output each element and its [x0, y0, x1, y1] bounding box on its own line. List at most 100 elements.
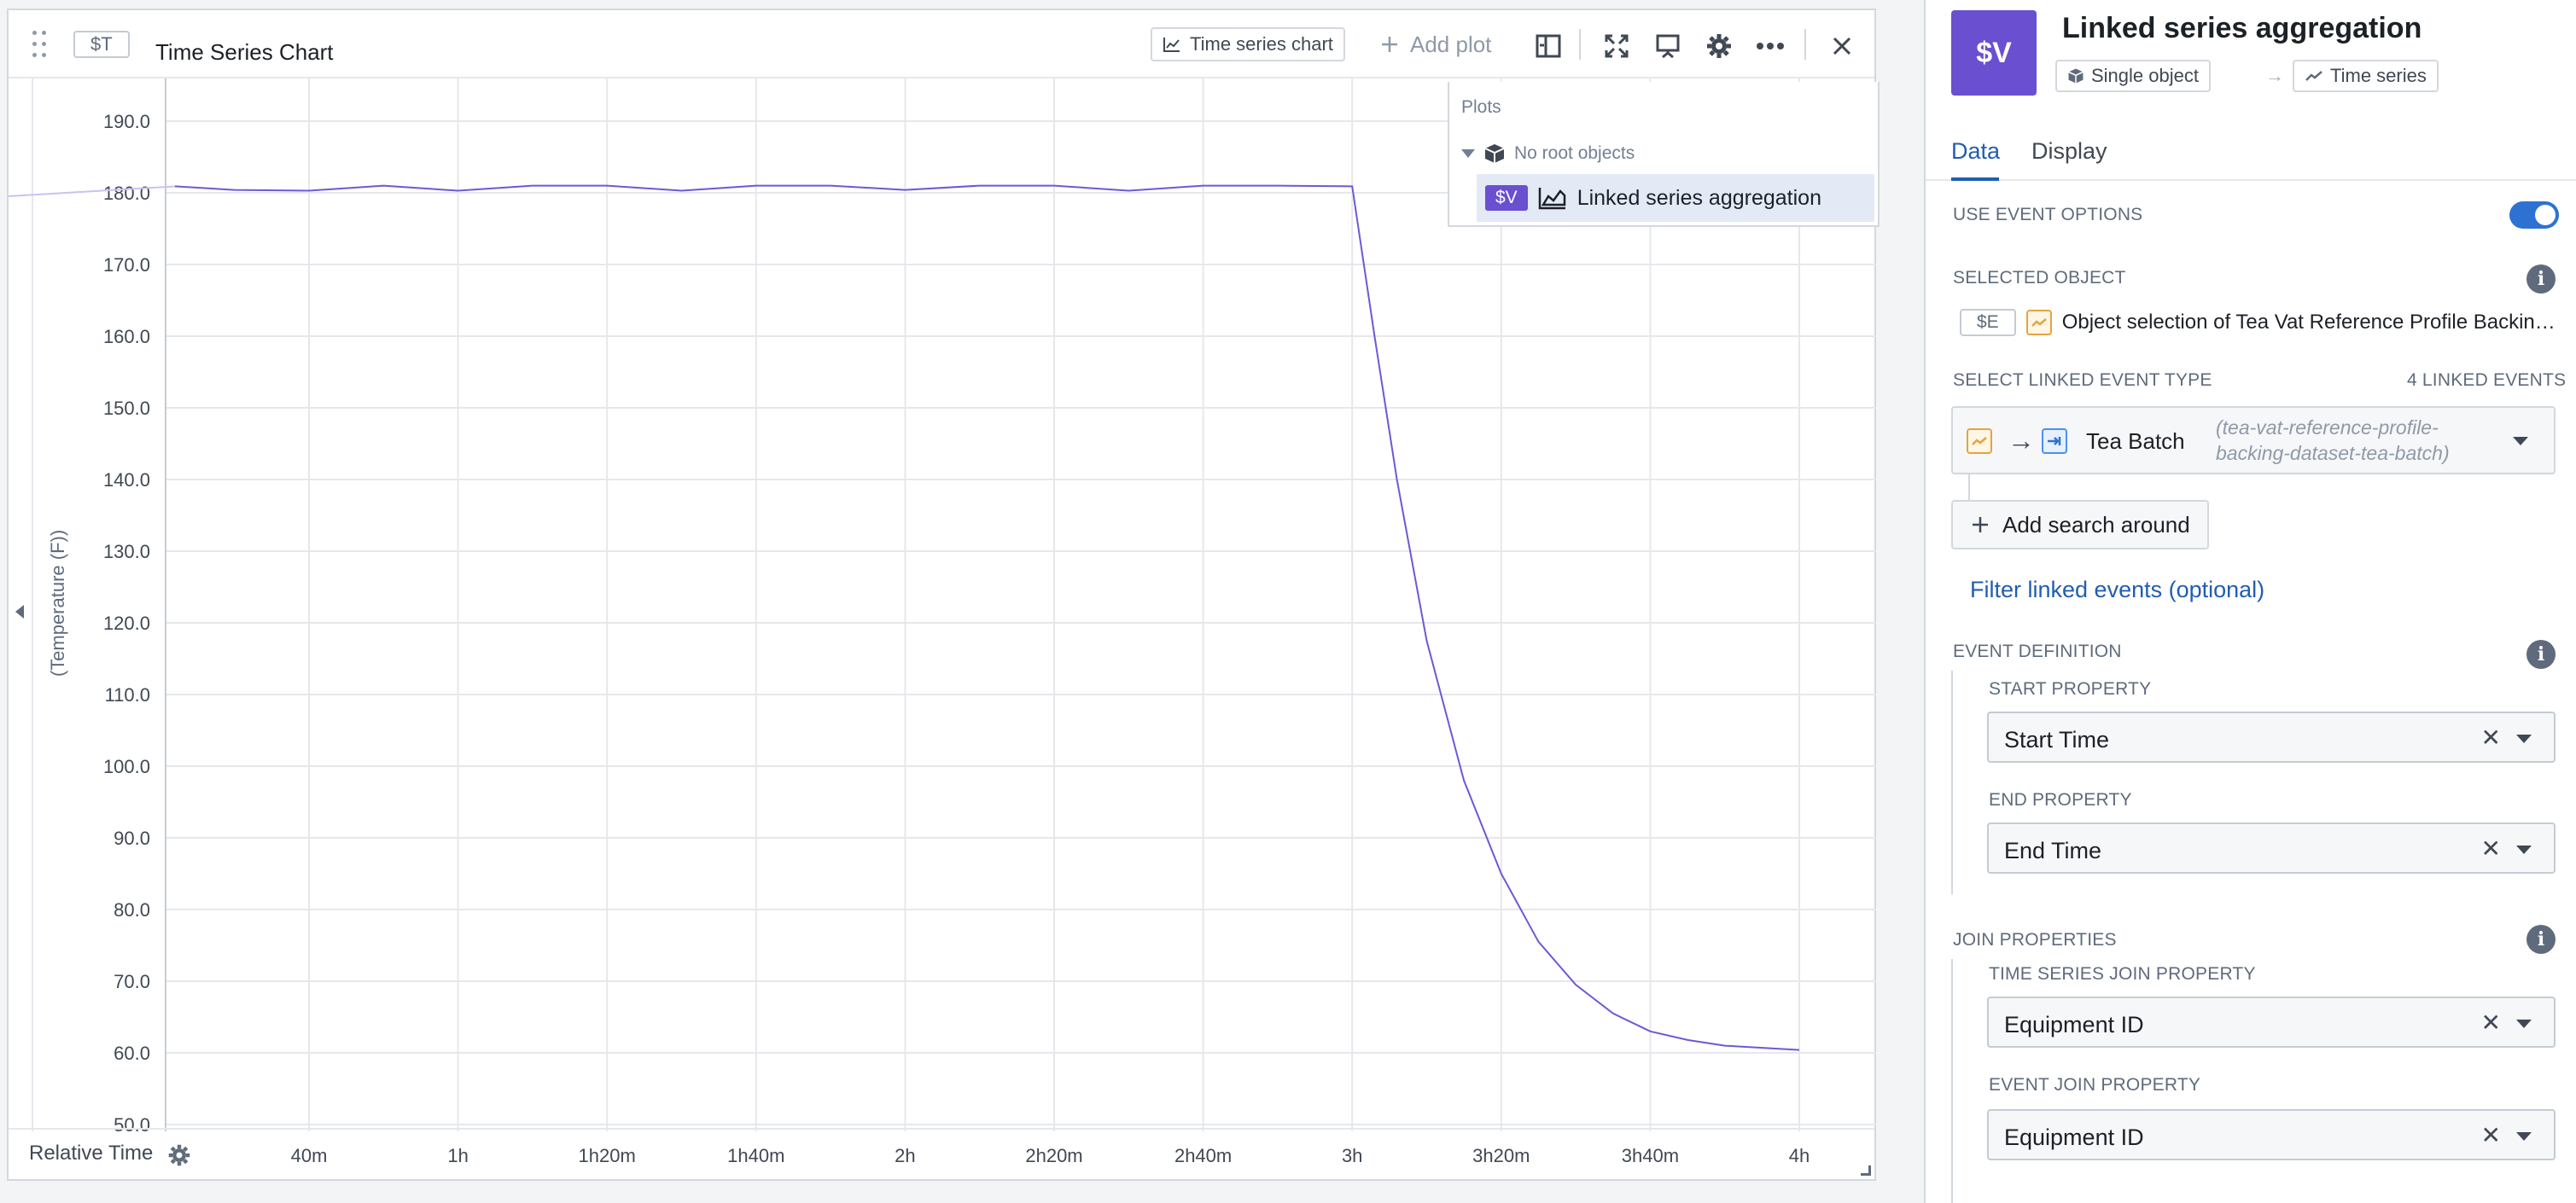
plus-icon: [1382, 37, 1397, 52]
info-icon[interactable]: i: [2526, 640, 2556, 669]
event-join-label: EVENT JOIN PROPERTY: [1989, 1075, 2201, 1095]
x-tick-label: 3h20m: [1472, 1145, 1530, 1166]
chart-type-button[interactable]: Time series chart: [1151, 27, 1345, 61]
tab-active-indicator: [1951, 177, 1999, 181]
series-line-linked-series-aggregation: [174, 184, 1800, 1051]
config-panel: $V Linked series aggregation Single obje…: [1924, 0, 2576, 1203]
add-plot-button[interactable]: Add plot: [1379, 27, 1491, 61]
x-tick-label: 1h20m: [578, 1145, 636, 1166]
widget-title[interactable]: Time Series Chart: [155, 39, 334, 66]
widget-header: $T Time Series Chart Time series chart A…: [9, 10, 1874, 78]
linked-event-type-label: SELECT LINKED EVENT TYPE: [1953, 370, 2212, 390]
collapse-left-icon[interactable]: [15, 605, 24, 619]
plot-variable-tag: $V: [1485, 185, 1528, 211]
clear-icon[interactable]: ✕: [2481, 1121, 2501, 1149]
panel-tabs: Data Display: [1926, 128, 2576, 181]
x-axis-mode-label[interactable]: Relative Time: [29, 1142, 153, 1165]
clear-icon[interactable]: ✕: [2481, 834, 2501, 863]
y-axis-title[interactable]: (Temperature (F)): [47, 530, 69, 677]
y-tick-label: 160.0: [103, 326, 150, 347]
x-axis-settings-gear-icon[interactable]: [167, 1143, 191, 1167]
join-properties-block: [1951, 959, 1953, 1203]
use-event-options-toggle[interactable]: [2509, 201, 2559, 229]
end-property-label: END PROPERTY: [1989, 790, 2132, 810]
event-type-icon: [2042, 428, 2067, 454]
drag-handle-icon[interactable]: [32, 31, 50, 58]
crumb-label: Single object: [2091, 65, 2199, 86]
caret-down-icon[interactable]: [1461, 149, 1475, 158]
selected-object-row[interactable]: $E Object selection of Tea Vat Reference…: [1960, 307, 2557, 338]
plots-root-label: No root objects: [1514, 143, 1635, 163]
event-definition-block: [1951, 671, 1953, 894]
caret-down-icon[interactable]: [2516, 1020, 2532, 1028]
crumb-single-object[interactable]: Single object: [2055, 60, 2211, 92]
tab-data[interactable]: Data: [1951, 138, 2000, 165]
plot-row-linked-series[interactable]: $V Linked series aggregation: [1477, 174, 1874, 222]
caret-down-icon[interactable]: [2516, 735, 2532, 743]
clear-icon[interactable]: ✕: [2481, 1008, 2501, 1037]
use-event-options-label: USE EVENT OPTIONS: [1953, 205, 2143, 224]
y-tick-label: 190.0: [103, 111, 150, 132]
arrow-right-icon: →: [2008, 425, 2035, 456]
time-series-object-icon: [2025, 310, 2052, 335]
y-tick-label: 170.0: [103, 254, 150, 276]
y-tick-label: 110.0: [105, 684, 150, 706]
join-properties-label: JOIN PROPERTIES: [1953, 930, 2117, 950]
linked-events-count: 4 LINKED EVENTS: [2407, 370, 2567, 390]
x-tick-label: 4h: [1788, 1145, 1810, 1166]
event-type-name: Tea Batch: [2086, 428, 2185, 454]
line-chart-icon: [1163, 38, 1180, 52]
gear-icon[interactable]: [1704, 31, 1734, 61]
plots-title: Plots: [1461, 97, 1501, 117]
event-join-select[interactable]: Equipment ID ✕: [1987, 1109, 2556, 1160]
horizontal-gridlines: [166, 120, 1876, 1125]
add-plot-label: Add plot: [1410, 31, 1492, 57]
crumb-time-series[interactable]: Time series: [2293, 60, 2439, 92]
resize-handle[interactable]: [1861, 1165, 1871, 1176]
start-property-label: START PROPERTY: [1989, 679, 2152, 699]
caret-down-icon[interactable]: [2516, 1132, 2532, 1141]
plots-popover: Plots No root objects $V Linked series a…: [1448, 82, 1880, 227]
chart-type-label: Time series chart: [1190, 33, 1333, 55]
start-property-value: Start Time: [2004, 727, 2110, 753]
start-property-select[interactable]: Start Time ✕: [1987, 712, 2556, 763]
selected-object-variable-chip[interactable]: $E: [1960, 309, 2016, 336]
time-series-widget: $T Time Series Chart Time series chart A…: [7, 9, 1880, 1181]
info-icon[interactable]: i: [2526, 925, 2556, 954]
plots-root-node[interactable]: No root objects: [1461, 137, 1635, 171]
info-icon[interactable]: i: [2526, 264, 2556, 293]
close-icon[interactable]: [1827, 31, 1857, 61]
time-series-object-icon: [1967, 428, 1992, 454]
x-tick-label: 1h: [447, 1145, 469, 1166]
y-tick-label: 100.0: [103, 756, 150, 777]
plot-row-label: Linked series aggregation: [1576, 185, 1821, 210]
panel-title[interactable]: Linked series aggregation: [2062, 12, 2422, 45]
filter-linked-events-link[interactable]: Filter linked events (optional): [1970, 577, 2264, 603]
area-chart-icon: [1538, 188, 1565, 210]
end-property-select[interactable]: End Time ✕: [1987, 822, 2556, 874]
y-tick-label: 130.0: [103, 541, 150, 562]
tab-display[interactable]: Display: [2031, 138, 2107, 165]
clear-icon[interactable]: ✕: [2481, 724, 2501, 752]
y-tick-label: 140.0: [103, 469, 150, 491]
panel-layout-icon[interactable]: [1533, 31, 1564, 61]
y-tick-label: 90.0: [114, 828, 150, 849]
x-axis-footer: Relative Time 40m 1h 1h20m 1h40m 2h 2h20m 2h40…: [9, 1128, 1874, 1179]
vertical-gridlines: [308, 78, 1800, 1131]
caret-down-icon[interactable]: [2516, 846, 2532, 854]
tree-connector: [1968, 474, 1970, 500]
y-tick-label: 180.0: [103, 183, 150, 204]
event-type-api-name: (tea-vat-reference-profile-backing-datas…: [2216, 416, 2450, 464]
widget-variable-chip[interactable]: $T: [73, 31, 130, 58]
y-tick-label: 150.0: [103, 398, 150, 419]
y-tick-label: 70.0: [114, 971, 150, 992]
end-property-value: End Time: [2004, 838, 2102, 863]
linked-event-type-select[interactable]: → Tea Batch (tea-vat-reference-profile-b…: [1951, 406, 2556, 474]
chart-plot-area[interactable]: 190.0 180.0 170.0 160.0 150.0 140.0 130.0 120.0…: [9, 78, 1878, 1131]
x-tick-label: 1h40m: [727, 1145, 785, 1166]
add-search-around-button[interactable]: Add search around: [1951, 500, 2209, 549]
presentation-icon[interactable]: [1652, 31, 1683, 61]
time-series-join-select[interactable]: Equipment ID ✕: [1987, 997, 2556, 1048]
fullscreen-icon[interactable]: [1601, 31, 1632, 61]
more-options-icon[interactable]: [1755, 31, 1786, 61]
